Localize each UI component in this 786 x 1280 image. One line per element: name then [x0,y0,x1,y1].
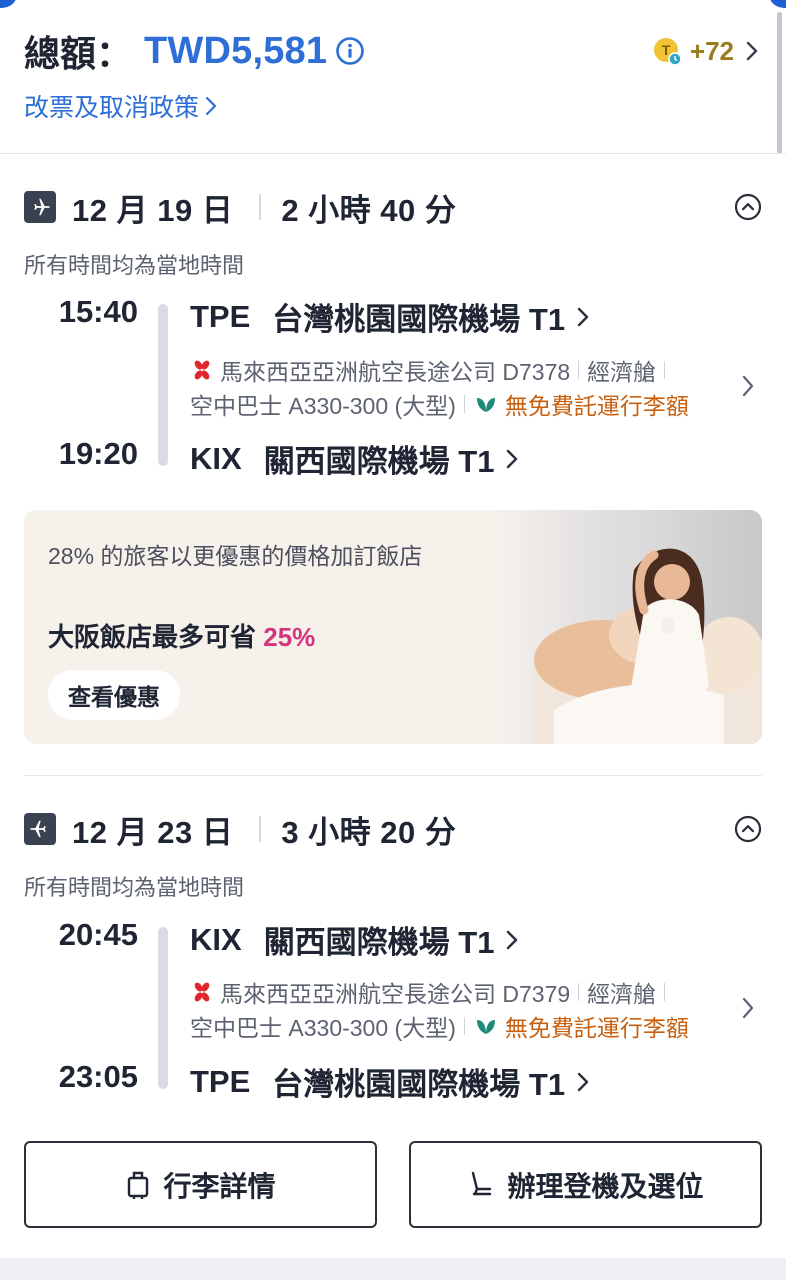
chevron-right-icon [577,307,589,326]
scrollbar[interactable] [777,12,782,154]
divider [664,361,666,379]
airport-name: 關西國際機場 T1 [263,925,495,960]
baggage-allowance-note: 無免費託運行李額 [504,393,689,419]
chevron-right-icon [507,930,518,949]
divider [463,1017,465,1035]
total-price-row: 總額： TWD5,581 [24,28,365,74]
total-label: 總額： [24,33,133,74]
divider [259,194,262,220]
aircraft-type: 空中巴士 A330-300 (大型) [190,1015,456,1041]
chevron-right-icon[interactable] [742,997,754,1019]
airasia-logo-icon [194,982,210,1002]
divider [259,816,262,842]
aircraft-type: 空中巴士 A330-300 (大型) [190,393,456,419]
hotel-guest-photo [494,510,762,744]
promo-savings-percent: 25% [263,622,316,652]
promo-savings: 大阪飯店最多可省 25% [48,617,315,654]
airport-code: KIX [190,440,242,476]
policy-link-label: 改票及取消政策 [24,94,200,122]
baggage-allowance-note: 無免費託運行李額 [504,1015,689,1041]
luggage-icon [128,1171,149,1199]
arrival-time: 23:05 [58,1059,138,1094]
trip-coin-icon: T [652,36,682,66]
info-icon[interactable] [335,36,365,66]
airport-code: KIX [190,921,242,957]
flight-detail-line-2: 空中巴士 A330-300 (大型) 無免費託運行李額 [190,1011,689,1041]
airport-code: TPE [190,298,251,334]
section-divider [24,775,762,776]
arrival-airport[interactable]: TPE 台灣桃園國際機場 T1 [190,1059,589,1104]
departure-time: 15:40 [58,294,138,329]
segment-2-header: 12 月 23 日 3 小時 20 分 [24,809,457,850]
change-cancel-policy-link[interactable]: 改票及取消政策 [24,88,217,124]
baggage-details-button[interactable]: 行李詳情 [24,1141,377,1228]
checkin-button-label: 辦理登機及選位 [507,1170,704,1202]
bottom-strip [0,1258,786,1280]
airport-code: TPE [190,1063,251,1099]
seat-icon [472,1171,492,1195]
divider [463,395,465,413]
departure-airport[interactable]: KIX 關西國際機場 T1 [190,917,518,962]
eco-leaf-icon [476,1020,495,1034]
segment-1-header: 12 月 19 日 2 小時 40 分 [24,187,457,228]
collapse-up-icon[interactable] [734,193,762,221]
promo-headline: 28% 的旅客以更優惠的價格加訂飯店 [48,543,423,569]
segment-duration: 3 小時 20 分 [281,814,457,850]
flight-detail-line-1: 馬來西亞亞洲航空長途公司 D7379 經濟艙 [190,977,673,1007]
departure-time: 20:45 [58,917,138,952]
departure-airport[interactable]: TPE 台灣桃園國際機場 T1 [190,294,589,339]
segment-date: 12 月 23 日 [72,814,234,850]
flight-detail-line-1: 馬來西亞亞洲航空長途公司 D7378 經濟艙 [190,355,673,385]
flight-detail-line-2: 空中巴士 A330-300 (大型) 無免費託運行李額 [190,389,689,419]
eco-leaf-icon [476,398,495,412]
trip-coins-reward[interactable]: T +72 [652,33,758,69]
local-time-note: 所有時間均為當地時間 [24,875,245,900]
chevron-right-icon [577,1072,589,1091]
divider [664,983,666,1001]
divider [578,361,580,379]
timeline-bar [158,304,168,466]
promo-savings-text: 大阪飯店最多可省 [48,622,264,652]
airport-name: 台灣桃園國際機場 T1 [272,1067,566,1102]
chevron-right-icon [746,41,758,61]
total-amount[interactable]: TWD5,581 [144,30,327,73]
chevron-right-icon[interactable] [742,375,754,397]
airplane-icon [24,191,56,223]
chevron-right-icon [507,449,518,468]
arrival-airport[interactable]: KIX 關西國際機場 T1 [190,436,518,481]
airline-flight: 馬來西亞亞洲航空長途公司 D7378 [220,359,571,385]
baggage-button-label: 行李詳情 [163,1170,276,1202]
cabin-class: 經濟艙 [587,359,657,385]
points-value: +72 [689,35,734,66]
airport-name: 台灣桃園國際機場 T1 [272,302,566,337]
segment-date: 12 月 19 日 [72,192,234,228]
airline-flight: 馬來西亞亞洲航空長途公司 D7379 [220,981,571,1007]
hotel-promo-banner[interactable]: 28% 的旅客以更優惠的價格加訂飯店 大阪飯店最多可省 25% 查看優惠 [24,510,762,744]
segment-duration: 2 小時 40 分 [281,192,457,228]
airasia-logo-icon [194,360,210,380]
view-deals-button[interactable]: 查看優惠 [48,670,180,720]
top-accent [0,0,786,8]
checkin-seat-button[interactable]: 辦理登機及選位 [409,1141,762,1228]
arrival-time: 19:20 [58,436,138,471]
local-time-note: 所有時間均為當地時間 [24,253,245,278]
airplane-icon [24,813,56,845]
cabin-class: 經濟艙 [587,981,657,1007]
airport-name: 關西國際機場 T1 [263,444,495,479]
timeline-bar [158,927,168,1089]
chevron-right-icon [205,96,217,116]
collapse-up-icon[interactable] [734,815,762,843]
divider [578,983,580,1001]
header-divider [0,153,786,154]
